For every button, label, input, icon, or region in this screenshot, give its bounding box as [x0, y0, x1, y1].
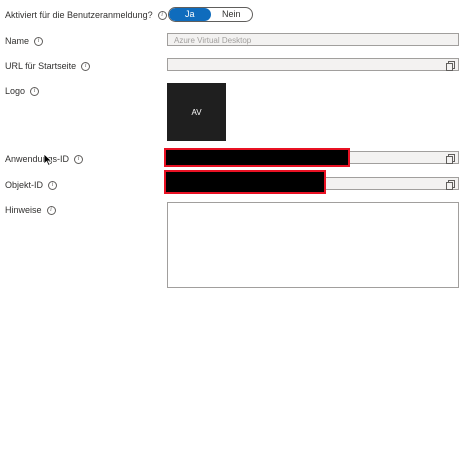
application-id-label: Anwendungs-ID	[5, 154, 70, 164]
name-field[interactable]: Azure Virtual Desktop	[167, 33, 459, 46]
homepage-url-label: URL für Startseite	[5, 61, 77, 71]
mouse-pointer-icon	[43, 154, 53, 166]
notes-label: Hinweise	[5, 205, 42, 215]
info-icon[interactable]: i	[34, 36, 44, 46]
name-label-row: Name i	[5, 36, 44, 46]
toggle-option-nein[interactable]: Nein	[211, 8, 253, 21]
toggle-option-ja[interactable]: Ja	[169, 8, 211, 21]
object-id-label: Objekt-ID	[5, 180, 44, 190]
object-id-label-row: Objekt-ID i	[5, 180, 58, 190]
enabled-for-login-toggle[interactable]: Ja Nein	[168, 7, 253, 22]
copy-icon[interactable]	[446, 61, 455, 71]
copy-icon[interactable]	[446, 154, 455, 164]
info-icon[interactable]: i	[74, 154, 84, 164]
notes-textarea[interactable]	[167, 202, 459, 288]
application-id-redaction	[164, 148, 350, 167]
homepage-url-label-row: URL für Startseite i	[5, 61, 91, 71]
name-value: Azure Virtual Desktop	[174, 36, 252, 45]
homepage-url-field[interactable]	[167, 58, 459, 71]
info-icon[interactable]: i	[30, 86, 40, 96]
enabled-for-login-label-row: Aktiviert für die Benutzeranmeldung? i	[5, 10, 167, 20]
info-icon[interactable]: i	[48, 180, 58, 190]
logo-label-row: Logo i	[5, 86, 40, 96]
copy-icon[interactable]	[446, 180, 455, 190]
logo-label: Logo	[5, 86, 26, 96]
info-icon[interactable]: i	[157, 10, 167, 20]
enabled-for-login-label: Aktiviert für die Benutzeranmeldung?	[5, 10, 153, 20]
logo-initials: AV	[191, 107, 202, 117]
object-id-redaction	[164, 170, 326, 194]
info-icon[interactable]: i	[46, 205, 56, 215]
app-logo: AV	[167, 83, 226, 141]
name-label: Name	[5, 36, 30, 46]
notes-label-row: Hinweise i	[5, 205, 56, 215]
info-icon[interactable]: i	[81, 61, 91, 71]
